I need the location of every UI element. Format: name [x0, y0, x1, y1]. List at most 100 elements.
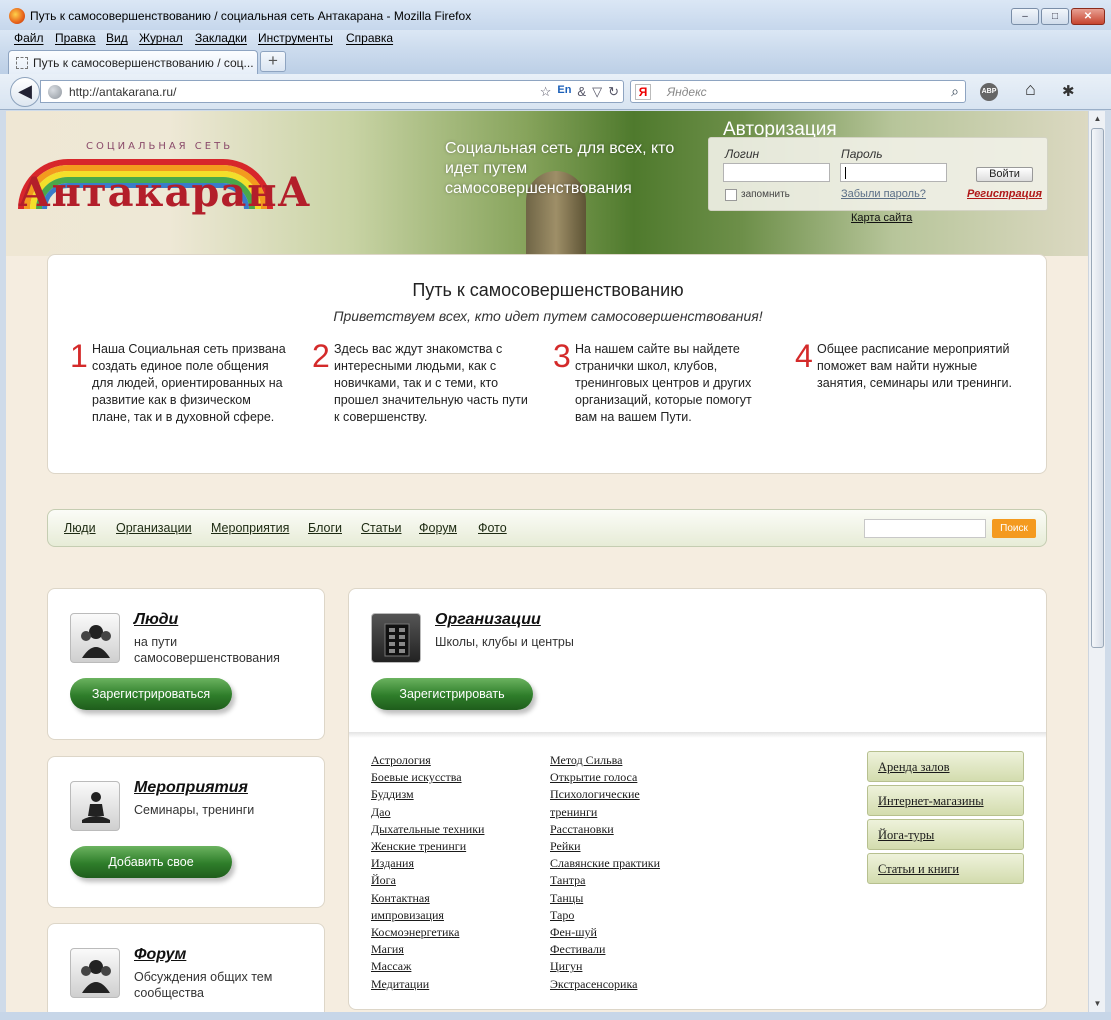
feature-text: На нашем сайте вы найдете странички школ… [575, 342, 752, 424]
side-link-hall-rental[interactable]: Аренда залов [867, 751, 1024, 782]
ampersand-icon[interactable]: & [577, 84, 586, 100]
category-link[interactable]: Космоэнергетика [371, 924, 521, 941]
category-link[interactable]: Славянские практики [550, 855, 700, 872]
password-input[interactable] [840, 163, 947, 182]
window-bottom-border [0, 1012, 1111, 1020]
nav-events[interactable]: Мероприятия [211, 521, 289, 535]
back-button[interactable]: ◀ [10, 77, 40, 107]
tab-title: Путь к самосовершенствованию / соц... [33, 56, 253, 70]
new-tab-button[interactable]: + [260, 51, 286, 72]
nav-forum[interactable]: Форум [419, 521, 457, 535]
menu-tools[interactable]: Инструменты [258, 31, 333, 45]
menu-view[interactable]: Вид [106, 31, 128, 45]
category-link[interactable]: Открытие голоса [550, 769, 700, 786]
register-organization-button[interactable]: Зарегистрировать [371, 678, 533, 710]
side-link-online-shops[interactable]: Интернет-магазины [867, 785, 1024, 816]
login-button[interactable]: Войти [976, 167, 1033, 182]
organizations-card: Организации Школы, клубы и центры Зареги… [348, 588, 1047, 1010]
category-link[interactable]: Массаж [371, 958, 521, 975]
category-link[interactable]: Контактная импровизация [371, 890, 471, 924]
close-button[interactable]: ✕ [1071, 8, 1105, 25]
category-link[interactable]: Боевые искусства [371, 769, 521, 786]
remember-label: запомнить [741, 189, 790, 200]
search-icon[interactable]: ⌕ [951, 83, 959, 100]
menu-file[interactable]: Файл [14, 31, 44, 45]
category-link[interactable]: Фестивали [550, 941, 700, 958]
logo-name: АнтакаранА [18, 169, 312, 216]
category-link[interactable]: Йога [371, 872, 521, 889]
remember-checkbox[interactable] [725, 189, 737, 201]
tab-active[interactable]: Путь к самосовершенствованию / соц... [8, 50, 258, 74]
organizations-title[interactable]: Организации [435, 611, 541, 629]
category-link[interactable]: Медитации [371, 976, 521, 993]
scrollbar-thumb[interactable] [1091, 128, 1104, 648]
organizations-description: Школы, клубы и центры [435, 635, 574, 649]
feature-text: Наша Социальная сеть призвана создать ед… [92, 342, 286, 424]
category-link[interactable]: Тантра [550, 872, 700, 889]
language-icon[interactable]: En [557, 84, 571, 100]
site-logo[interactable]: СОЦИАЛЬНАЯ СЕТЬ АнтакаранА [18, 129, 310, 224]
nav-organizations[interactable]: Организации [116, 521, 192, 535]
search-placeholder: Яндекс [667, 85, 707, 99]
category-link[interactable]: Таро [550, 907, 700, 924]
side-link-yoga-tours[interactable]: Йога-туры [867, 819, 1024, 850]
category-link[interactable]: Психологические тренинги [550, 786, 665, 820]
category-link[interactable]: Дао [371, 804, 521, 821]
people-icon [70, 613, 120, 663]
category-link[interactable]: Астрология [371, 752, 521, 769]
category-link[interactable]: Фен-шуй [550, 924, 700, 941]
menu-help[interactable]: Справка [346, 31, 393, 45]
forum-icon [70, 948, 120, 998]
site-search-button[interactable]: Поиск [992, 519, 1036, 538]
category-link[interactable]: Буддизм [371, 786, 521, 803]
category-link[interactable]: Танцы [550, 890, 700, 907]
vertical-scrollbar[interactable]: ▲ ▼ [1088, 111, 1105, 1012]
forum-title[interactable]: Форум [134, 946, 186, 964]
forgot-password-link[interactable]: Забыли пароль? [841, 188, 926, 200]
navigation-toolbar: http://antakarana.ru/ ☆ En & ▽ ↻ ◀ Я Янд… [0, 74, 1111, 110]
category-list: Метод Сильва Открытие голоса Психологиче… [550, 752, 700, 993]
category-link[interactable]: Издания [371, 855, 521, 872]
scroll-up-icon[interactable]: ▲ [1090, 111, 1105, 127]
events-title[interactable]: Мероприятия [134, 779, 248, 797]
search-bar[interactable]: Я Яндекс ⌕ [630, 80, 966, 103]
people-title[interactable]: Люди [134, 611, 178, 629]
addon-icon[interactable]: ✱ [1062, 82, 1075, 100]
nav-articles[interactable]: Статьи [361, 521, 402, 535]
category-link[interactable]: Магия [371, 941, 521, 958]
sitemap-link[interactable]: Карта сайта [851, 212, 912, 224]
site-search-input[interactable] [864, 519, 986, 538]
adblock-icon[interactable]: ABP [980, 83, 998, 101]
category-link[interactable]: Расстановки [550, 821, 700, 838]
nav-blogs[interactable]: Блоги [308, 521, 342, 535]
home-icon[interactable]: ⌂ [1025, 79, 1036, 100]
register-link[interactable]: Регистрация [967, 188, 1042, 200]
reload-icon[interactable]: ↻ [608, 84, 619, 100]
category-link[interactable]: Рейки [550, 838, 700, 855]
nav-people[interactable]: Люди [64, 521, 96, 535]
menu-edit[interactable]: Правка [55, 31, 96, 45]
maximize-button[interactable]: □ [1041, 8, 1069, 25]
side-link-articles-books[interactable]: Статьи и книги [867, 853, 1024, 884]
dropdown-arrow-icon[interactable]: ▽ [592, 84, 602, 100]
welcome-subtitle: Приветствуем всех, кто идет путем самосо… [333, 308, 763, 324]
yandex-icon[interactable]: Я [635, 84, 651, 100]
category-link[interactable]: Дыхательные техники [371, 821, 521, 838]
people-card: Люди на пути самосовершенствования Зарег… [47, 588, 325, 740]
category-link[interactable]: Экстрасенсорика [550, 976, 700, 993]
category-link[interactable]: Метод Сильва [550, 752, 700, 769]
nav-photo[interactable]: Фото [478, 521, 507, 535]
minimize-button[interactable]: – [1011, 8, 1039, 25]
site-identity-icon[interactable] [48, 85, 62, 99]
bookmark-star-icon[interactable]: ☆ [540, 84, 552, 100]
category-link[interactable]: Женские тренинги [371, 838, 521, 855]
login-input[interactable] [723, 163, 830, 182]
url-bar[interactable]: http://antakarana.ru/ ☆ En & ▽ ↻ [40, 80, 624, 103]
menu-bar: Файл Правка Вид Журнал Закладки Инструме… [0, 30, 1111, 48]
category-link[interactable]: Цигун [550, 958, 700, 975]
menu-history[interactable]: Журнал [139, 31, 183, 45]
menu-bookmarks[interactable]: Закладки [195, 31, 247, 45]
register-person-button[interactable]: Зарегистрироваться [70, 678, 232, 710]
add-event-button[interactable]: Добавить свое [70, 846, 232, 878]
scroll-down-icon[interactable]: ▼ [1090, 996, 1105, 1012]
